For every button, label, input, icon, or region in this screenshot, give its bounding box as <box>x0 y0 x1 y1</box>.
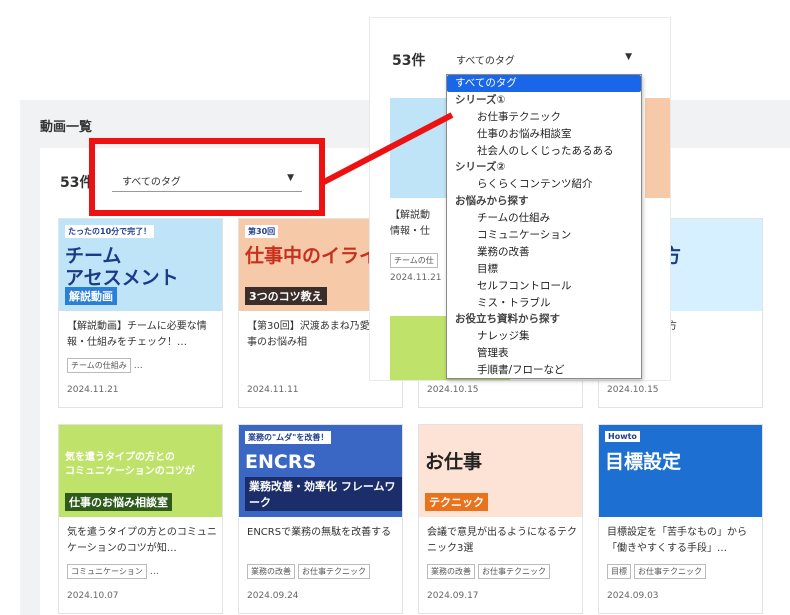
video-date: 2024.09.24 <box>247 591 299 601</box>
video-card[interactable]: たったの10分で完了！ チーム アセスメント 解説動画【解説動画】チームに必要な情報… <box>58 218 223 408</box>
thumbnail-headline: お仕事 <box>425 451 483 473</box>
video-tags: 目標 お仕事テクニック <box>607 564 762 580</box>
zoom-card-tag: チームの仕 <box>390 248 441 268</box>
video-date: 2024.10.07 <box>67 591 119 601</box>
dropdown-option[interactable]: らくらくコンテンツ紹介 <box>447 176 641 193</box>
more-tags-ellipsis: … <box>133 361 143 371</box>
video-title[interactable]: 目標設定を「苦手なもの」から「働きやすくする手段」… <box>607 525 757 557</box>
dropdown-option[interactable]: 業務の改善 <box>447 244 641 261</box>
dropdown-option-group: シリーズ② <box>455 161 506 174</box>
zoom-result-count: 53件 <box>392 53 426 69</box>
dropdown-option[interactable]: 手順書/フローなど <box>447 362 641 378</box>
more-tags-ellipsis: … <box>149 567 159 577</box>
video-title[interactable]: ENCRSで業務の無駄を改善する <box>247 525 397 557</box>
tag-chip[interactable]: お仕事テクニック <box>634 564 706 579</box>
video-title[interactable]: 気を遣うタイプの方とのコミュニケーションのコツが知… <box>67 525 217 557</box>
dropdown-option[interactable]: セルフコントロール <box>447 278 641 295</box>
video-date: 2024.11.11 <box>247 385 299 395</box>
tag-chip[interactable]: チームの仕組み <box>67 358 131 373</box>
video-card[interactable]: お仕事 テクニック 会議で意見が出るようになるテクニック3選 業務の改善 お仕事テクニッ… <box>418 424 583 614</box>
dropdown-option[interactable]: 目標 <box>447 261 641 278</box>
zoom-tag-filter-select[interactable]: すべてのタグ ▼ <box>446 45 640 71</box>
zoom-tag-filter-value: すべてのタグ <box>456 56 515 67</box>
thumbnail-badge: 業務改善・効率化 フレームワーク <box>245 477 402 511</box>
dropdown-option-group: お役立ち資料から探す <box>455 313 560 326</box>
video-thumbnail[interactable]: Howto 目標設定 <box>599 425 762 517</box>
video-date: 2024.10.15 <box>607 385 659 395</box>
video-title[interactable]: 【解説動画】チームに必要な情報・仕組みをチェック！… <box>67 319 217 351</box>
zoom-card-title-line: 【解説動 <box>390 210 430 221</box>
video-tags: チームの仕組み… <box>67 358 222 374</box>
video-date: 2024.09.17 <box>427 591 479 601</box>
dropdown-option[interactable]: チームの仕組み <box>447 210 641 227</box>
highlight-callout-box <box>89 138 325 216</box>
zoom-tag: チームの仕 <box>390 253 438 268</box>
thumbnail-caption: Howto <box>605 431 640 442</box>
thumbnail-headline: チーム アセスメント <box>65 245 179 289</box>
video-title[interactable]: 会議で意見が出るようになるテクニック3選 <box>427 525 577 557</box>
chevron-down-icon: ▼ <box>625 52 632 62</box>
video-tags: 業務の改善 お仕事テクニック <box>427 564 582 580</box>
zoom-card-title: 【解説動 情報・仕 <box>390 208 430 240</box>
video-date: 2024.10.15 <box>427 385 479 395</box>
dropdown-option[interactable]: ミス・トラブル <box>447 295 641 312</box>
tag-chip[interactable]: 目標 <box>607 564 631 579</box>
thumbnail-caption: 業務の"ムダ"を改善！ <box>245 431 332 444</box>
video-card[interactable]: 業務の"ムダ"を改善！ ENCRS 業務改善・効率化 フレームワーク ENCRSで業務… <box>238 424 403 614</box>
dropdown-option[interactable]: 仕事のお悩み相談室 <box>447 126 641 143</box>
thumbnail-badge: 解説動画 <box>65 287 117 305</box>
video-thumbnail[interactable]: たったの10分で完了！ チーム アセスメント 解説動画 <box>59 219 222 311</box>
tag-dropdown-list[interactable]: すべてのタグ シリーズ① お仕事テクニック 仕事のお悩み相談室 社会人のしくじったあるあ… <box>446 74 642 379</box>
tag-chip[interactable]: 業務の改善 <box>427 564 475 579</box>
dropdown-option[interactable]: すべてのタグ <box>447 75 641 92</box>
dropdown-option-group: お悩みから探す <box>455 195 529 208</box>
dropdown-option-group: シリーズ① <box>455 93 506 106</box>
thumbnail-badge: 3つのコツ教え <box>245 287 327 305</box>
tag-chip[interactable]: 業務の改善 <box>247 564 295 579</box>
video-tags: 業務の改善 お仕事テクニック <box>247 564 402 580</box>
dropdown-option[interactable]: コミュニケーション <box>447 227 641 244</box>
video-card[interactable]: 気を遣うタイプの方との コミュニケーションのコツが 仕事のお悩み相談室 気を遣うタイ… <box>58 424 223 614</box>
video-date: 2024.09.03 <box>607 591 659 601</box>
video-date: 2024.11.21 <box>67 385 119 395</box>
video-card[interactable]: Howto 目標設定目標設定を「苦手なもの」から「働きやすくする手段」… 目標 お仕事… <box>598 424 763 614</box>
tag-chip[interactable]: お仕事テクニック <box>298 564 370 579</box>
video-tags: コミュニケーション… <box>67 564 222 580</box>
thumbnail-headline: ENCRS <box>245 451 317 473</box>
dropdown-option[interactable]: 管理表 <box>447 345 641 362</box>
thumbnail-caption: たったの10分で完了！ <box>65 225 155 238</box>
zoom-thumbnail-3 <box>645 98 670 198</box>
thumbnail-caption: 第30回 <box>245 225 279 238</box>
video-thumbnail[interactable]: 業務の"ムダ"を改善！ ENCRS 業務改善・効率化 フレームワーク <box>239 425 402 517</box>
zoom-card-date: 2024.11.21 <box>390 273 442 283</box>
video-thumbnail[interactable]: 気を遣うタイプの方との コミュニケーションのコツが仕事のお悩み相談室 <box>59 425 222 517</box>
video-thumbnail[interactable]: お仕事 テクニック <box>419 425 582 517</box>
zoom-card-sub-line: 情報・仕 <box>390 226 430 237</box>
dropdown-option[interactable]: 社会人のしくじったあるある <box>447 143 641 160</box>
tag-chip[interactable]: お仕事テクニック <box>478 564 550 579</box>
dropdown-option[interactable]: ナレッジ集 <box>447 328 641 345</box>
tag-chip[interactable]: コミュニケーション <box>67 564 147 579</box>
thumbnail-headline: 気を遣うタイプの方との コミュニケーションのコツが <box>65 452 195 477</box>
thumbnail-badge: 仕事のお悩み相談室 <box>65 493 172 511</box>
thumbnail-badge: テクニック <box>425 493 488 511</box>
section-title: 動画一覧 <box>40 120 93 135</box>
thumbnail-headline: 目標設定 <box>605 451 682 473</box>
dropdown-option[interactable]: お仕事テクニック <box>447 109 641 126</box>
